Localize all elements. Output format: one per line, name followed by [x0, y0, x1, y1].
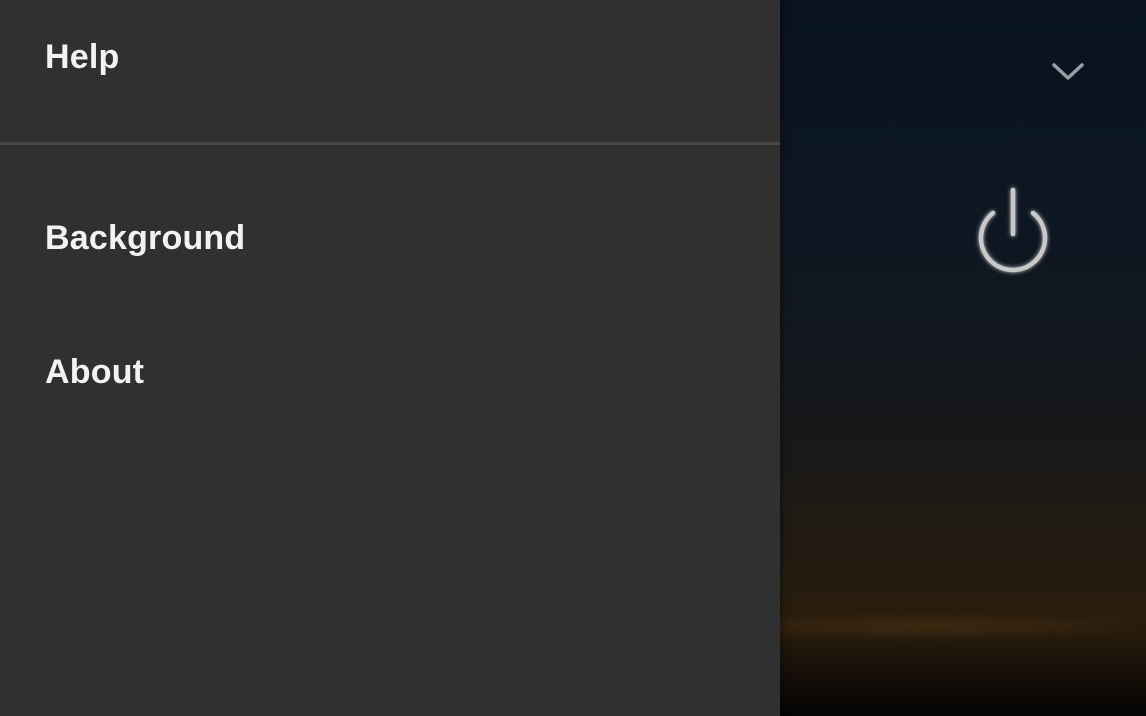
drawer-item-help[interactable]: Help	[45, 37, 119, 77]
app-screen: Help Background About	[0, 0, 1146, 716]
horizon-glow	[780, 612, 1146, 642]
chevron-down-icon[interactable]	[1048, 56, 1088, 86]
drawer-divider	[0, 142, 780, 145]
drawer-item-about[interactable]: About	[45, 352, 144, 392]
power-icon[interactable]	[958, 180, 1068, 290]
drawer-item-background[interactable]: Background	[45, 218, 245, 258]
navigation-drawer: Help Background About	[0, 0, 780, 716]
